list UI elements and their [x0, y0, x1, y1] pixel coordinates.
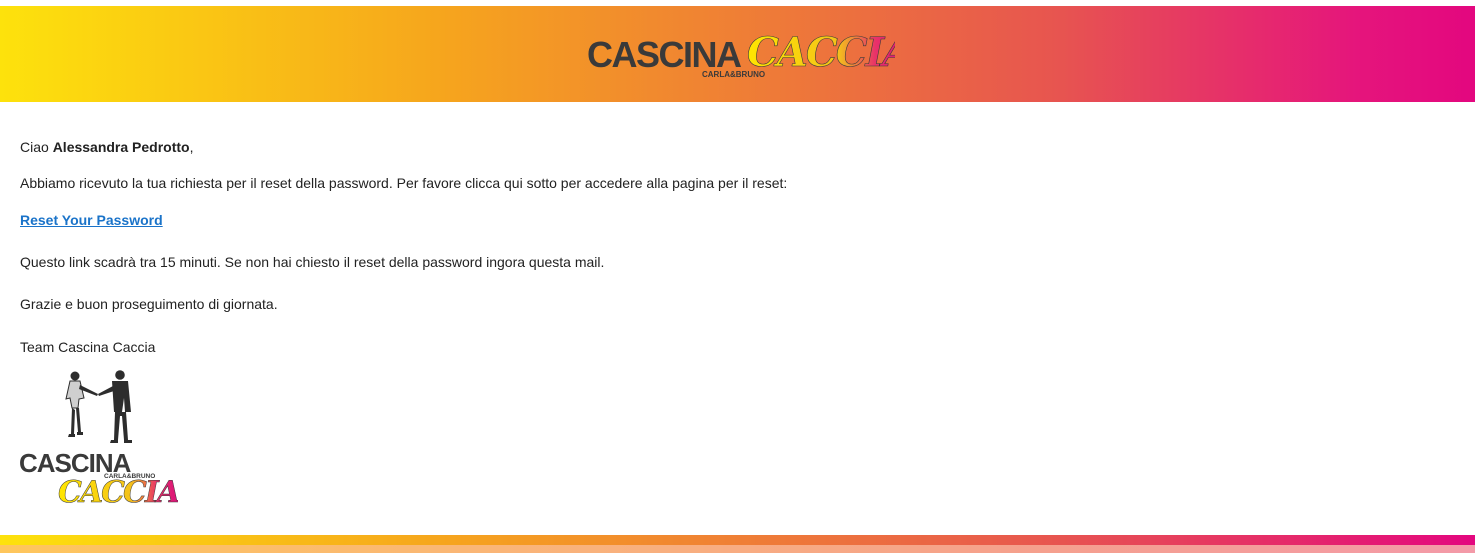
greeting-prefix: Ciao	[20, 139, 53, 155]
reset-link-row: Reset Your Password	[20, 211, 163, 229]
header-banner: CASCINA CACCIA CARLA&BRUNO	[0, 6, 1475, 102]
greeting: Ciao Alessandra Pedrotto,	[20, 138, 194, 156]
greeting-suffix: ,	[189, 139, 194, 155]
cascina-caccia-logo: CASCINA CACCIA CARLA&BRUNO	[587, 29, 895, 79]
logo-subtext: CARLA&BRUNO	[702, 70, 765, 79]
footer-bar	[0, 535, 1475, 545]
expiry-notice: Questo link scadrà tra 15 minuti. Se non…	[20, 254, 605, 270]
thanks-text: Grazie e buon proseguimento di giornata.	[20, 296, 278, 312]
signature: Team Cascina Caccia	[20, 339, 156, 355]
footer-logo: CASCINA CARLA&BRUNO CACCIA	[19, 370, 178, 510]
footer-logo-text-accent: CACCIA	[58, 475, 178, 510]
dancers-icon	[65, 370, 132, 443]
logo-text-main: CASCINA	[587, 34, 742, 75]
reset-password-link[interactable]: Reset Your Password	[20, 212, 163, 228]
footer-bar-light	[0, 545, 1475, 553]
logo-text-accent: CACCIA	[747, 29, 895, 76]
email-body: Abbiamo ricevuto la tua richiesta per il…	[20, 175, 788, 191]
recipient-name: Alessandra Pedrotto	[52, 139, 190, 155]
